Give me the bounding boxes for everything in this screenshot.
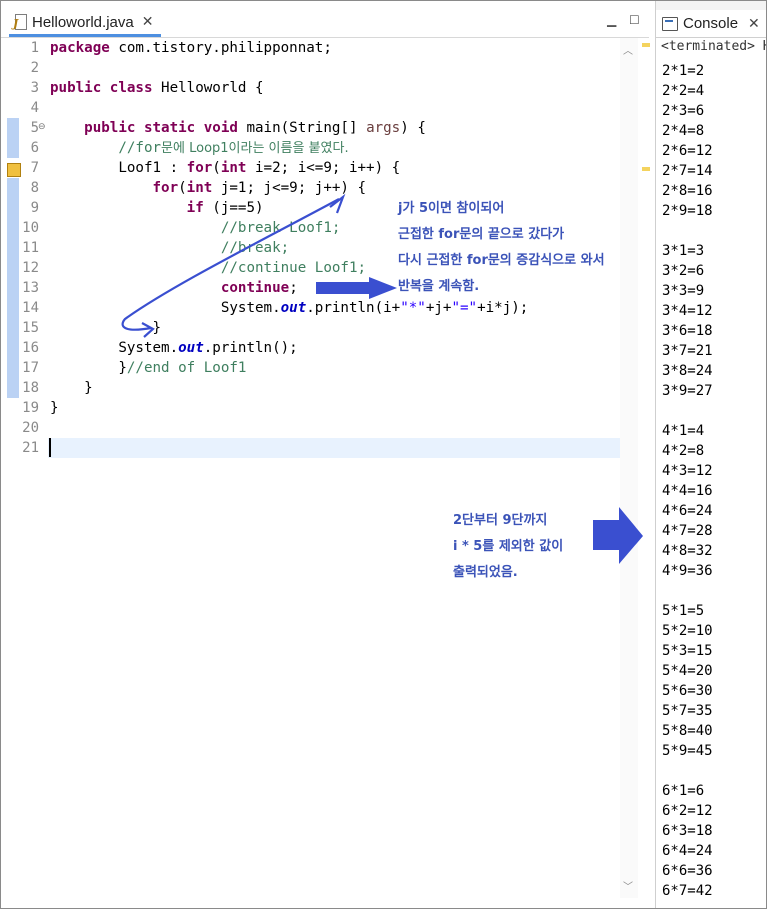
console-line: 3*1=3: [662, 243, 705, 259]
console-line: 3*8=24: [662, 363, 713, 379]
console-line: 5*4=20: [662, 663, 713, 679]
right-arrow-large: [593, 507, 643, 564]
console-line: 6*4=24: [662, 843, 713, 859]
console-line: 2*7=14: [662, 163, 713, 179]
console-line: 2*2=4: [662, 83, 705, 99]
console-line: 2*8=16: [662, 183, 713, 199]
console-line: 3*7=21: [662, 343, 713, 359]
console-line: 2*4=8: [662, 123, 705, 139]
console-line: 2*1=2: [662, 63, 705, 79]
console-pane: Console ✕ <terminated> H 2*1=2 2*2=4 2*3=6…: [655, 1, 767, 908]
console-line: 3*4=12: [662, 303, 713, 319]
console-line: 4*9=36: [662, 563, 713, 579]
console-status: <terminated> H: [661, 39, 767, 54]
console-line: 6*6=36: [662, 863, 713, 879]
console-line: 4*1=4: [662, 423, 705, 439]
console-line: 2*6=12: [662, 143, 713, 159]
console-line: 4*6=24: [662, 503, 713, 519]
ide-window: J Helloworld.java ✕ ▁ ☐ 1 2 3 4 5 6 7 8 …: [0, 0, 767, 909]
annotation-text: 반복을 계속함.: [398, 279, 480, 294]
console-line: 5*8=40: [662, 723, 713, 739]
code-editor-pane: J Helloworld.java ✕ ▁ ☐ 1 2 3 4 5 6 7 8 …: [1, 1, 650, 908]
console-line: 5*1=5: [662, 603, 705, 619]
console-line: 3*9=27: [662, 383, 713, 399]
console-line: 3*2=6: [662, 263, 705, 279]
tab-console[interactable]: Console ✕: [656, 10, 766, 37]
console-line: 5*2=10: [662, 623, 713, 639]
console-line: 6*7=42: [662, 883, 713, 899]
console-line: 6*1=6: [662, 783, 705, 799]
console-line: 4*2=8: [662, 443, 705, 459]
close-icon[interactable]: ✕: [748, 16, 760, 32]
console-line: 4*7=28: [662, 523, 713, 539]
annotation-text: j가 5이면 참이되어: [398, 201, 505, 216]
console-line: 2*3=6: [662, 103, 705, 119]
annotation-text: 근접한 for문의 끝으로 갔다가: [398, 227, 565, 242]
console-line: 3*6=18: [662, 323, 713, 339]
console-line: 5*9=45: [662, 743, 713, 759]
console-line: 2*9=18: [662, 203, 713, 219]
loop-arrow: [121, 198, 340, 331]
console-tab-title: Console: [683, 15, 739, 32]
right-arrow: [316, 277, 397, 299]
annotation-text: 다시 근접한 for문의 증감식으로 와서: [398, 253, 605, 268]
console-line: 4*3=12: [662, 463, 713, 479]
console-line: 4*8=32: [662, 543, 713, 559]
console-line: 6*2=12: [662, 803, 713, 819]
console-line: 5*7=35: [662, 703, 713, 719]
console-icon: [662, 16, 678, 31]
console-line: 4*4=16: [662, 483, 713, 499]
annotation-arrows: [121, 193, 643, 564]
annotation-text: i * 5를 제외한 값이: [453, 539, 564, 554]
console-line: 6*3=18: [662, 823, 713, 839]
console-line: 5*6=30: [662, 683, 713, 699]
annotation-text: 출력되었음.: [453, 565, 518, 580]
console-line: 5*3=15: [662, 643, 713, 659]
console-tab-bar: Console ✕: [656, 1, 766, 38]
annotation-text: 2단부터 9단까지: [453, 513, 548, 528]
console-line: 3*3=9: [662, 283, 705, 299]
